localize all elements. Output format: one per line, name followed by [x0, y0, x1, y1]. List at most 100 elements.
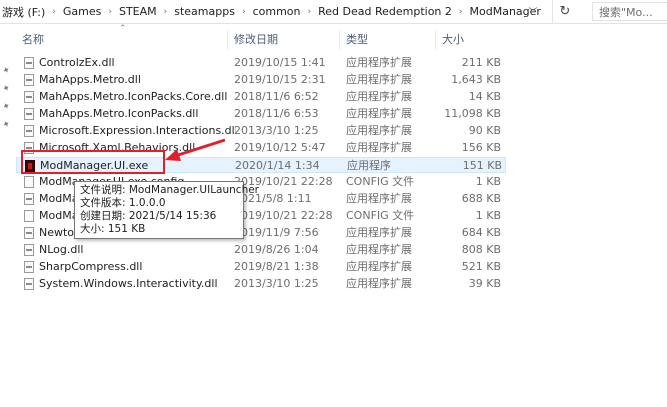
tooltip-created: 创建日期: 2021/5/14 15:36 [80, 210, 217, 222]
tooltip-version: 文件版本: 1.0.0.0 [80, 197, 166, 209]
file-name: MahApps.Metro.IconPacks.Core.dll [39, 90, 228, 103]
file-size: 808 KB [461, 243, 501, 256]
tooltip-size: 大小: 151 KB [80, 223, 146, 235]
dll-file-icon [24, 193, 34, 205]
column-header-date[interactable]: 修改日期 [228, 31, 340, 49]
config-file-icon [24, 176, 34, 188]
pin-icon[interactable]: ✦ [1, 119, 13, 131]
file-size: 14 KB [468, 90, 501, 103]
file-size: 11,098 KB [444, 107, 501, 120]
search-input[interactable]: 搜索"Mo... [592, 2, 667, 21]
breadcrumb-steamapps[interactable]: steamapps [174, 5, 235, 18]
file-date: 2019/10/21 22:28 [234, 209, 333, 222]
file-size: 156 KB [461, 141, 501, 154]
file-name-cell: SharpCompress.dll [24, 259, 236, 275]
breadcrumb[interactable]: 游戏 (F:) › Games › STEAM › steamapps › common… [2, 0, 541, 23]
file-size: 521 KB [461, 260, 501, 273]
chevron-right-icon[interactable]: › [242, 7, 246, 17]
annotation-arrow-icon [165, 138, 226, 161]
file-row[interactable]: ControlzEx.dll 2019/10/15 1:41 应用程序扩展 21… [16, 55, 506, 71]
file-date: 2019/11/9 7:56 [234, 226, 319, 239]
column-header-name[interactable]: 名称 [16, 31, 228, 49]
file-row[interactable]: MahApps.Metro.IconPacks.Core.dll 2018/11… [16, 89, 506, 105]
breadcrumb-rdr2[interactable]: Red Dead Redemption 2 [318, 5, 452, 18]
breadcrumb-drive[interactable]: 游戏 (F:) [2, 4, 45, 20]
column-header-date-label: 修改日期 [234, 33, 278, 46]
pin-icon[interactable]: ✦ [1, 101, 13, 113]
file-name-cell: MahApps.Metro.IconPacks.Core.dll [24, 89, 236, 105]
file-size: 151 KB [462, 159, 502, 172]
dll-file-icon [24, 108, 34, 120]
file-name-cell: MahApps.Metro.IconPacks.dll [24, 106, 236, 122]
chevron-right-icon[interactable]: › [164, 7, 168, 17]
file-name-cell: System.Windows.Interactivity.dll [24, 276, 236, 292]
config-file-icon [24, 210, 34, 222]
column-header-size-label: 大小 [442, 33, 464, 46]
file-name-cell: NLog.dll [24, 242, 236, 258]
column-header-name-label: 名称 [22, 33, 44, 46]
dll-file-icon [24, 57, 34, 69]
chevron-right-icon[interactable]: › [459, 7, 463, 17]
dll-file-icon [24, 125, 34, 137]
annotation-highlight-box [21, 150, 165, 174]
file-row[interactable]: Microsoft.Expression.Interactions.dll 20… [16, 123, 506, 139]
refresh-icon: ↻ [559, 4, 571, 19]
file-name-cell: MahApps.Metro.dll [24, 72, 236, 88]
file-date: 2019/10/15 2:31 [234, 73, 326, 86]
dll-file-icon [24, 278, 34, 290]
column-header-row: 名称 修改日期 类型 大小 [16, 31, 667, 49]
dll-file-icon [24, 74, 34, 86]
search-placeholder: 搜索"Mo... [599, 5, 653, 19]
file-size: 211 KB [461, 56, 501, 69]
column-header-type[interactable]: 类型 [340, 31, 436, 49]
file-date: 2018/11/6 6:53 [234, 107, 319, 120]
chevron-right-icon[interactable]: › [308, 7, 312, 17]
address-bar[interactable]: 游戏 (F:) › Games › STEAM › steamapps › common… [0, 0, 667, 24]
breadcrumb-common[interactable]: common [253, 5, 301, 18]
file-size: 688 KB [461, 192, 501, 205]
file-name: Microsoft.Expression.Interactions.dll [39, 124, 236, 137]
pin-icon[interactable]: ✦ [1, 65, 13, 77]
column-header-type-label: 类型 [346, 33, 368, 46]
tooltip-description: 文件说明: ModManager.UILauncher [80, 184, 260, 196]
file-date: 2013/3/10 1:25 [234, 277, 319, 290]
dll-file-icon [24, 91, 34, 103]
file-date: 2013/3/10 1:25 [234, 124, 319, 137]
file-name: SharpCompress.dll [39, 260, 143, 273]
file-name: ControlzEx.dll [39, 56, 115, 69]
file-size: 1 KB [475, 209, 501, 222]
dll-file-icon [24, 227, 34, 239]
chevron-right-icon[interactable]: › [52, 7, 56, 17]
file-name: NLog.dll [39, 243, 84, 256]
file-size: 1 KB [475, 175, 501, 188]
address-history-dropdown[interactable]: ﹀ [522, 0, 544, 23]
dll-file-icon [24, 244, 34, 256]
file-name: System.Windows.Interactivity.dll [39, 277, 218, 290]
file-date: 2020/1/14 1:34 [235, 159, 320, 172]
column-header-size[interactable]: 大小 [436, 31, 506, 49]
breadcrumb-games[interactable]: Games [63, 5, 101, 18]
file-date: 2019/8/21 1:38 [234, 260, 319, 273]
file-size: 684 KB [461, 226, 501, 239]
navigation-pane-edge: ✦ ✦ ✦ ✦ [0, 24, 16, 407]
file-row[interactable]: MahApps.Metro.IconPacks.dll 2018/11/6 6:… [16, 106, 506, 122]
file-row[interactable]: System.Windows.Interactivity.dll 2013/3/… [16, 276, 506, 292]
file-date: 2019/10/12 5:47 [234, 141, 326, 154]
refresh-button[interactable]: ↻ [552, 0, 577, 23]
pin-icon[interactable]: ✦ [1, 83, 13, 95]
file-size: 1,643 KB [451, 73, 501, 86]
chevron-right-icon[interactable]: › [108, 7, 112, 17]
file-name: MahApps.Metro.IconPacks.dll [39, 107, 199, 120]
file-name: MahApps.Metro.dll [39, 73, 141, 86]
chevron-down-icon: ﹀ [528, 8, 538, 18]
file-size: 90 KB [468, 124, 501, 137]
file-date: 2019/8/26 1:04 [234, 243, 319, 256]
file-date: 2019/10/15 1:41 [234, 56, 326, 69]
file-row[interactable]: MahApps.Metro.dll 2019/10/15 2:31 应用程序扩展… [16, 72, 506, 88]
breadcrumb-steam[interactable]: STEAM [119, 5, 157, 18]
file-row[interactable]: SharpCompress.dll 2019/8/21 1:38 应用程序扩展 … [16, 259, 506, 275]
file-date: 2018/11/6 6:52 [234, 90, 319, 103]
file-row[interactable]: NLog.dll 2019/8/26 1:04 应用程序扩展 808 KB [16, 242, 506, 258]
dll-file-icon [24, 261, 34, 273]
file-name-cell: Microsoft.Expression.Interactions.dll [24, 123, 236, 139]
